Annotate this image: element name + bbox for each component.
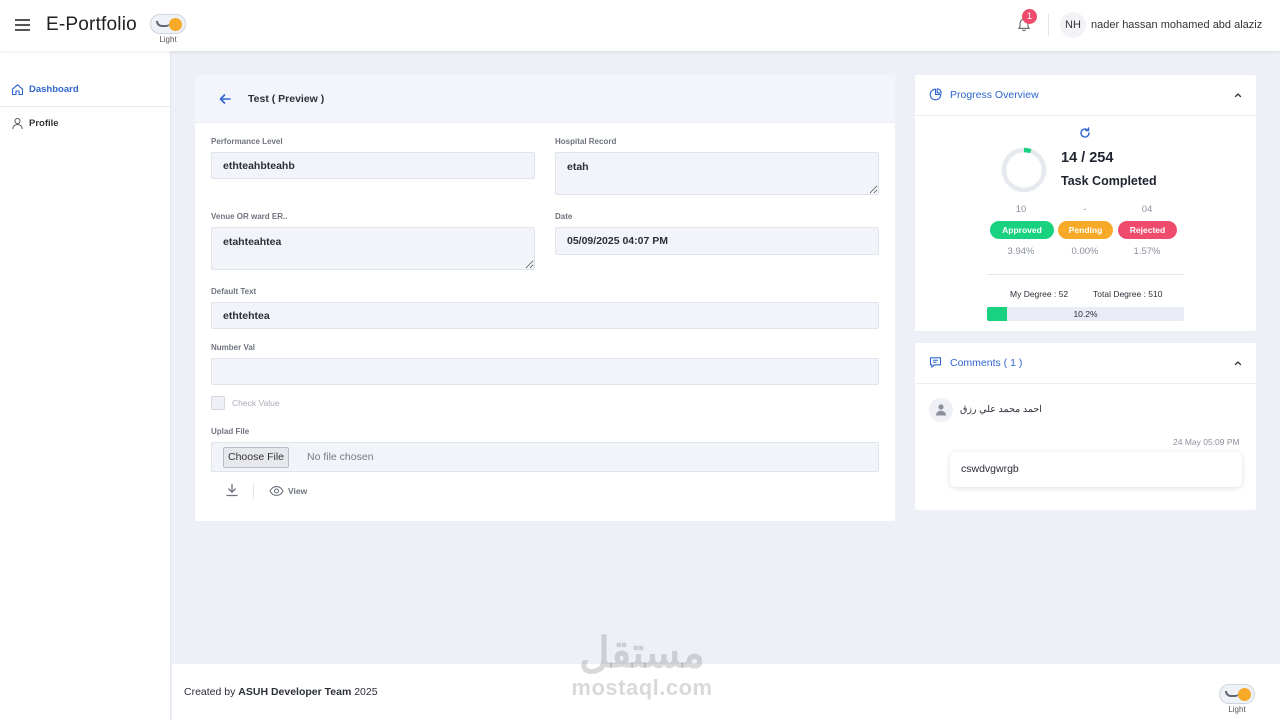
sidebar-item-dashboard[interactable]: Dashboard xyxy=(0,73,170,107)
file-upload-field: Choose File No file chosen xyxy=(211,442,879,472)
user-icon xyxy=(936,404,946,416)
degree-progress-bar: 10.2% xyxy=(987,307,1184,321)
sidebar-item-profile[interactable]: Profile xyxy=(0,107,170,141)
form-title: Test ( Preview ) xyxy=(248,93,325,105)
view-label: View xyxy=(288,486,308,496)
pending-percent: 0.00% xyxy=(1071,246,1099,257)
sidebar-item-label: Dashboard xyxy=(29,84,79,95)
progress-divider xyxy=(987,274,1184,275)
theme-toggle[interactable]: Light xyxy=(149,14,187,44)
hamburger-menu-icon[interactable] xyxy=(15,19,30,31)
footer-prefix: Created by xyxy=(184,686,239,698)
performance-level-input[interactable] xyxy=(211,152,535,179)
comment-bubble: cswdvgwrgb xyxy=(950,452,1242,487)
sidebar: Dashboard Profile xyxy=(0,51,171,720)
sidebar-item-label: Profile xyxy=(29,118,59,129)
comments-card-header[interactable]: Comments ( 1 ) xyxy=(915,343,1256,384)
theme-label: Light xyxy=(1228,705,1246,714)
user-name[interactable]: nader hassan mohamed abd alaziz xyxy=(1091,19,1262,31)
total-degree: Total Degree : 510 xyxy=(1093,289,1163,299)
approved-badge[interactable]: Approved xyxy=(990,221,1054,239)
theme-label: Light xyxy=(159,35,177,44)
comment-timestamp: 24 May 05:09 PM xyxy=(1173,437,1240,447)
rejected-badge[interactable]: Rejected xyxy=(1118,221,1177,239)
number-val-input[interactable] xyxy=(211,358,879,385)
date-input[interactable] xyxy=(555,227,879,255)
footer-year: 2025 xyxy=(351,686,378,698)
chevron-up-icon[interactable] xyxy=(1233,90,1243,100)
form-card: Test ( Preview ) Performance Level Hospi… xyxy=(195,75,895,521)
pending-count: - xyxy=(1083,204,1087,215)
back-arrow-icon[interactable] xyxy=(217,91,233,107)
default-text-label: Default Text xyxy=(211,287,257,296)
chevron-up-icon[interactable] xyxy=(1233,358,1243,368)
brand-title: E-Portfolio xyxy=(46,14,137,35)
pie-chart-icon xyxy=(929,88,942,101)
completion-donut-chart xyxy=(1001,147,1047,193)
file-status: No file chosen xyxy=(307,451,374,463)
task-completed-count: 14 / 254 xyxy=(1061,150,1114,166)
pending-badge[interactable]: Pending xyxy=(1058,221,1113,239)
degree-percent: 10.2% xyxy=(1073,309,1098,319)
user-avatar[interactable]: NH xyxy=(1060,12,1086,38)
venue-label: Venue OR ward ER.. xyxy=(211,212,288,221)
task-completed-label: Task Completed xyxy=(1061,174,1157,188)
comments-title: Comments ( 1 ) xyxy=(950,357,1023,369)
commenter-avatar xyxy=(929,398,953,422)
progress-title: Progress Overview xyxy=(950,89,1039,101)
performance-level-label: Performance Level xyxy=(211,137,283,146)
comment-text: cswdvgwrgb xyxy=(961,463,1019,475)
footer: Created by ASUH Developer Team 2025 Ligh… xyxy=(172,664,1280,720)
user-icon xyxy=(12,118,23,130)
notification-badge: 1 xyxy=(1022,9,1037,24)
upload-file-label: Uplad File xyxy=(211,427,250,436)
comments-card: Comments ( 1 ) احمد محمد علي رزق 24 May … xyxy=(915,343,1256,510)
eye-icon xyxy=(269,486,284,496)
comment-author: احمد محمد علي رزق xyxy=(960,404,1042,415)
top-bar: E-Portfolio Light 1 NH nader hassan moha… xyxy=(0,0,1280,51)
date-label: Date xyxy=(555,212,573,221)
hospital-record-textarea[interactable]: etah xyxy=(555,152,879,195)
number-val-label: Number Val xyxy=(211,343,256,352)
check-value-checkbox[interactable] xyxy=(211,396,225,410)
theme-switch-icon xyxy=(1219,684,1255,704)
hospital-record-label: Hospital Record xyxy=(555,137,617,146)
approved-count: 10 xyxy=(1015,204,1027,215)
footer-credit: Created by ASUH Developer Team 2025 xyxy=(184,686,378,698)
default-text-input[interactable] xyxy=(211,302,879,329)
action-divider xyxy=(253,483,254,499)
progress-overview-card: Progress Overview 14 / 254 Task Complete… xyxy=(915,75,1256,331)
comment-icon xyxy=(929,357,942,368)
refresh-icon[interactable] xyxy=(1079,127,1091,139)
header-divider xyxy=(1048,14,1049,36)
my-degree: My Degree : 52 xyxy=(1010,289,1069,299)
form-header: Test ( Preview ) xyxy=(195,75,895,123)
choose-file-button[interactable]: Choose File xyxy=(223,447,289,468)
venue-textarea[interactable]: etahteahtea xyxy=(211,227,535,270)
footer-team: ASUH Developer Team xyxy=(238,686,352,698)
download-icon[interactable] xyxy=(225,483,239,497)
rejected-percent: 1.57% xyxy=(1133,246,1161,257)
theme-switch-icon xyxy=(150,14,186,34)
footer-theme-toggle[interactable]: Light xyxy=(1218,684,1256,714)
approved-percent: 3.94% xyxy=(1007,246,1035,257)
progress-card-header[interactable]: Progress Overview xyxy=(915,75,1256,116)
check-value-label: Check Value xyxy=(232,398,280,408)
home-icon xyxy=(11,84,24,96)
rejected-count: 04 xyxy=(1141,204,1153,215)
